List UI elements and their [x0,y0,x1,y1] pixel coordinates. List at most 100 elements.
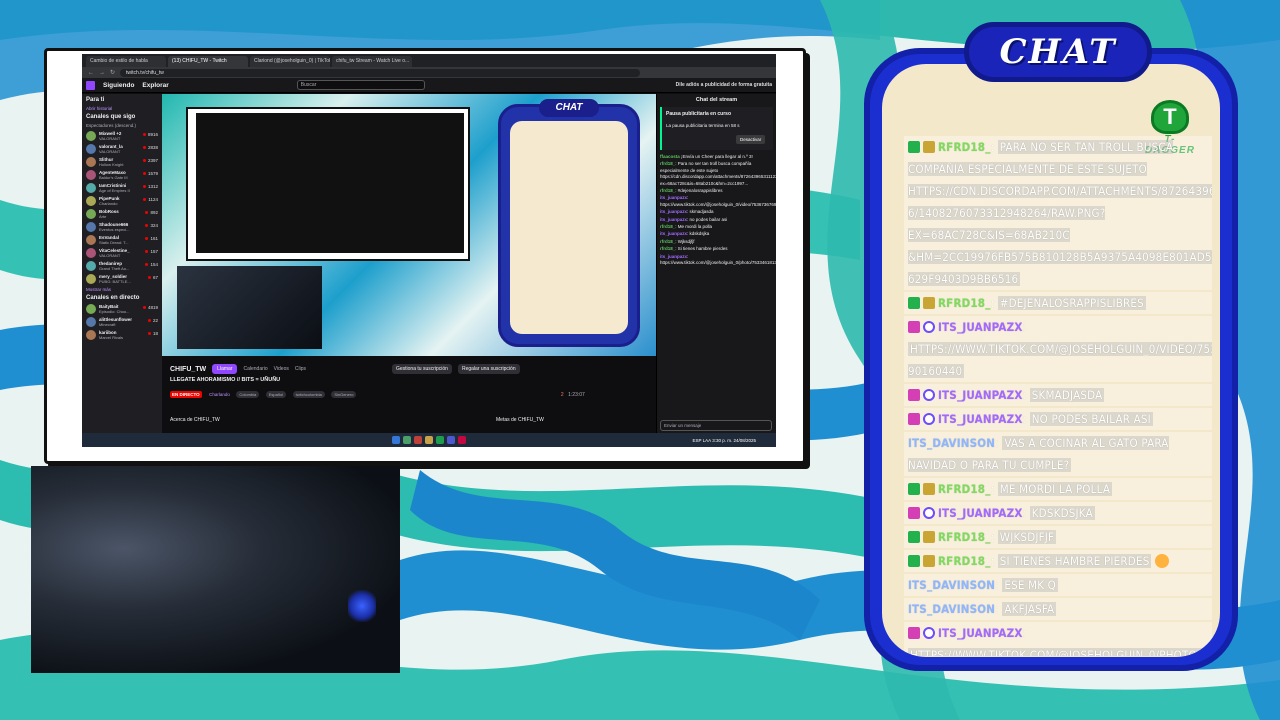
crown-badge-icon [923,555,935,567]
sidebar-channel[interactable]: PipePunk Charlando 1124 [86,196,158,206]
channel-avatar [86,261,96,271]
sidebar-channel[interactable]: Slithur Hollow Knight 2397 [86,157,158,167]
browser-tab[interactable]: chifu_tw Stream - Watch Live o... [332,56,412,67]
channel-text: BaityBait Episodio: Choo... [99,304,129,314]
chat-header: Chat del stream [695,97,738,103]
cheer-user[interactable]: ffaacosta [660,154,680,159]
sidebar-channel[interactable]: thedanirep Grand Theft Au... 154 [86,261,158,271]
sidebar-channel[interactable]: kariibon Marvel Rivals 18 [86,330,158,340]
app-icon[interactable] [458,436,466,444]
tag[interactable]: twitchcolombia [292,391,325,398]
reload-icon[interactable]: ↻ [110,69,115,76]
discord-icon[interactable] [447,436,455,444]
search-input[interactable]: Buscar [296,80,425,90]
overlay-text: ME MORDI LA POLLA [997,482,1113,496]
desktop-screen: Cambio de estilo de habla (13) CHIFU_TW … [82,54,776,447]
badge-icon [908,531,920,543]
nav-following[interactable]: Siguiendo [103,82,134,89]
channel-text: BobRoss Arte [99,209,119,219]
channel-viewers: 1124 [143,197,158,202]
overlay-username: ITS_JUANPAZX [938,626,1023,640]
nested-webcam [177,266,322,349]
forward-icon[interactable]: → [99,70,105,76]
chat-username[interactable]: its_juanpazx [660,217,687,222]
channel-name[interactable]: CHIFU_TW [170,366,206,373]
channel-viewers: 22 [148,318,158,323]
badge-icon [908,297,920,309]
cheer-prompt: ffaacosta ¡Envía un Cheer para llegar al… [660,154,773,160]
promo-link[interactable]: Dile adiós a publicidad de forma gratuit… [676,82,772,88]
overlay-message: ITS_JUANPAZX: NO PODES BAILAR ASI [904,408,1212,430]
chat-username[interactable]: rfrd18_ [660,246,675,251]
channel-text: Shadoune666 Eventos especi... [99,222,129,232]
spotify-icon[interactable] [436,436,444,444]
channel-text: AgenteMaxo Baldur's Gate III [99,170,128,180]
browser-tab-active[interactable]: (13) CHIFU_TW - Twitch [168,56,248,67]
sidebar-channel[interactable]: AgenteMaxo Baldur's Gate III 1579 [86,170,158,180]
followed-heading: Canales que sigo [86,114,136,120]
tag[interactable]: Español [265,391,287,398]
chat-username[interactable]: its_juanpazx [660,231,687,236]
sidebar-channel[interactable]: valorant_la VALORANT 2838 [86,144,158,154]
sidebar-channel[interactable]: BobRoss Arte 892 [86,209,158,219]
channel-game: VALORANT [99,136,121,141]
twitch-logo-icon[interactable] [86,80,95,90]
chat-message: its_juanpazx: https://www.tiktok.com/@jo… [660,254,776,267]
overlay-text: KDSKDSJKA [1029,506,1095,520]
sidebar-channel[interactable]: Mixwell +2 VALORANT 8916 [86,131,158,141]
folder-icon[interactable] [425,436,433,444]
chat-username[interactable]: rfrd18_ [660,224,675,229]
manage-sub-button[interactable]: Gestiona tu suscripción [391,364,452,374]
back-icon[interactable]: ← [88,70,94,76]
sidebar-channel[interactable]: EsVandal Static Dread: T... 161 [86,235,158,245]
chat-username[interactable]: its_juanpazx [660,195,687,200]
chat-username[interactable]: its_juanpazx [660,254,687,259]
chat-username[interactable]: rfrd18_ [660,239,675,244]
chat-input[interactable]: Enviar un mensaje [660,420,772,431]
sidebar-channel[interactable]: alittlesunflower Minecraft 22 [86,317,158,327]
tag[interactable]: Colombia [236,391,260,398]
clips-link[interactable]: Clips [295,366,306,372]
history-link[interactable]: Abrir historial [86,106,158,111]
search-icon[interactable] [403,436,411,444]
video-player[interactable]: CHAT [162,94,656,356]
badge-icon [908,141,920,153]
sidebar-channel[interactable]: mery_soldier PUBG: BATTLE... 67 [86,274,158,284]
tag[interactable]: SinGenero [331,391,357,398]
sidebar-channel[interactable]: IamCristinini Age of Empires II 1312 [86,183,158,193]
address-bar-row: ← → ↻ twitch.tv/chifu_tw [82,67,776,78]
channel-game: Marvel Rivals [99,335,124,340]
chat-username[interactable]: its_juanpazx [660,209,687,214]
gift-sub-button[interactable]: Regalar una suscripción [457,364,520,374]
channel-avatar [86,183,96,193]
url-field[interactable]: twitch.tv/chifu_tw [120,68,641,77]
nav-explore[interactable]: Explorar [142,82,168,89]
channel-game: Age of Empires II [99,188,130,193]
chat-username[interactable]: rfrd18_ [660,161,675,166]
overlay-username: RFRD18_ [938,296,991,310]
overlay-username: ITS_JUANPAZX [938,506,1023,520]
taskbar-clock: ESP LAA 3:30 p. m. 24/08/2025 [692,438,756,443]
start-icon[interactable] [392,436,400,444]
sort-label[interactable]: Espectadores (descend.) [86,123,158,128]
browser-icon[interactable] [414,436,422,444]
sidebar-channel[interactable]: Shadoune666 Eventos especi... 324 [86,222,158,232]
sidebar-channel[interactable]: BaityBait Episodio: Choo... 4819 [86,304,158,314]
smile-emoji-icon [1154,554,1169,568]
calendar-link[interactable]: Calendario [243,366,267,372]
live-channel-list: BaityBait Episodio: Choo... 4819 alittlesun… [86,304,158,340]
chat-username[interactable]: rfrd18_ [660,188,675,193]
about-heading: Acerca de CHIFU_TW [170,417,220,423]
category-link[interactable]: Charlando [209,392,230,397]
sidebar-channel[interactable]: VitaCelestine_ VALORANT 157 [86,248,158,258]
videos-link[interactable]: Videos [274,366,289,372]
channel-game: Grand Theft Au... [99,266,130,271]
subscriber-badge-icon [908,321,920,333]
channel-text: PipePunk Charlando [99,196,120,206]
ad-disable-button[interactable]: Desactivar [736,135,766,144]
follow-button[interactable]: Llamar [212,364,238,374]
browser-tab[interactable]: Cambio de estilo de habla [86,56,166,67]
show-more-link[interactable]: Mostrar más [86,287,158,292]
channel-viewers: 154 [145,262,158,267]
browser-tab[interactable]: Clariond (@joseholguin_0) | TikTok [250,56,330,67]
